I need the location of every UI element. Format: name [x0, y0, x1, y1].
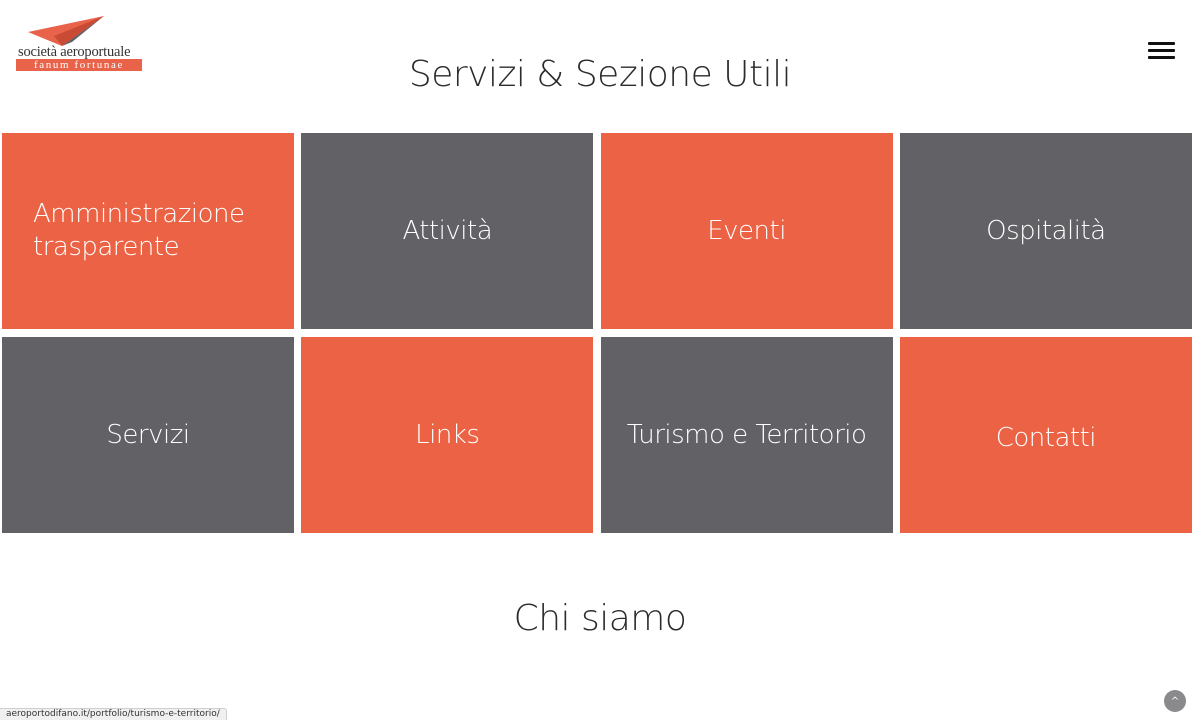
browser-status-url: aeroportodifano.it/portfolio/turismo-e-t…: [0, 708, 227, 720]
menu-bar: [1148, 42, 1175, 45]
menu-bar: [1148, 49, 1175, 52]
services-section-title: Servizi & Sezione Utili: [408, 54, 792, 95]
page: società aeroportuale fanum fortunae Serv…: [0, 0, 1200, 720]
tile-contatti[interactable]: Contatti: [899, 337, 1192, 533]
tile-links[interactable]: Links: [301, 337, 594, 533]
services-grid: Amministrazione trasparente Attività Eve…: [2, 133, 1192, 533]
tile-attivita[interactable]: Attività: [301, 133, 594, 329]
paper-plane-logo-icon: [28, 16, 104, 46]
tile-turismo-e-territorio[interactable]: Turismo e Territorio: [600, 337, 893, 533]
tile-servizi[interactable]: Servizi: [2, 337, 294, 533]
about-section-title: Chi siamo: [513, 598, 687, 639]
tile-eventi[interactable]: Eventi: [600, 133, 893, 329]
chevron-up-icon[interactable]: ^: [1164, 690, 1186, 712]
tile-amministrazione-trasparente[interactable]: Amministrazione trasparente: [2, 133, 294, 329]
tile-ospitalita[interactable]: Ospitalità: [899, 133, 1192, 329]
